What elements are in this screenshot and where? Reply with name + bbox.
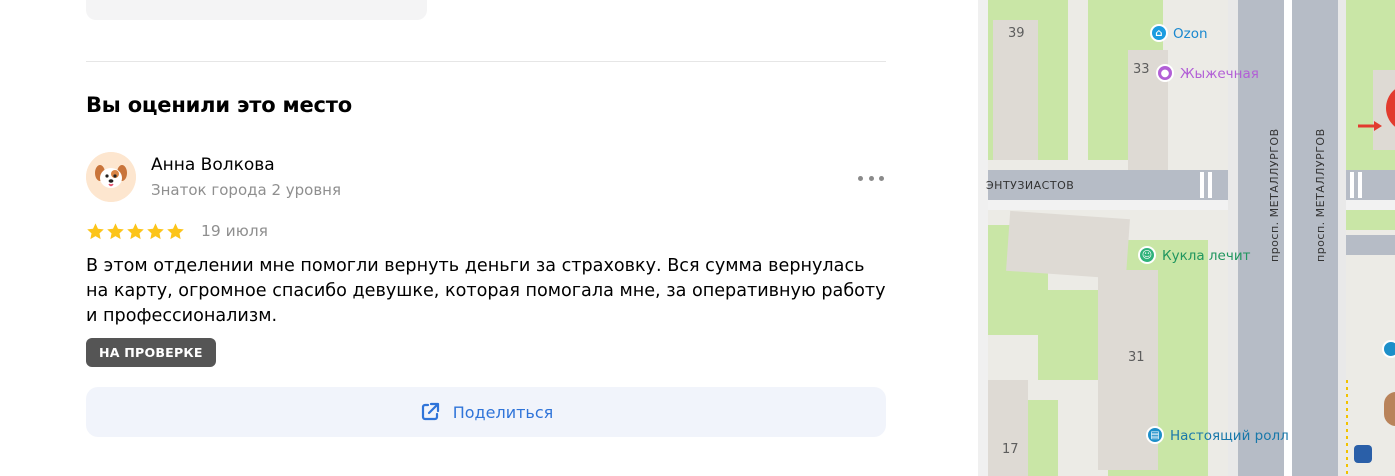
- more-options-button[interactable]: [856, 168, 886, 188]
- map[interactable]: 39 33 31 17 ⌂ Ozon ● Жыжечная ☺ Кукла ле…: [978, 0, 1395, 476]
- star-icon: [107, 223, 124, 240]
- more-dot: [879, 175, 884, 181]
- avatar[interactable]: [86, 152, 136, 202]
- street-label-entuziastov: ЭНТУЗИАСТОВ: [986, 179, 1075, 192]
- section-title: Вы оценили это место: [86, 93, 352, 117]
- street-label-metallurgov: просп. МЕТАЛЛУРГОВ: [1314, 128, 1327, 262]
- building-number: 39: [1008, 26, 1025, 41]
- more-dots-icon: [858, 175, 863, 181]
- share-button[interactable]: Поделиться: [86, 387, 886, 437]
- more-dot: [868, 175, 874, 181]
- basket-icon[interactable]: ▤: [1146, 426, 1164, 444]
- author-level: Знаток города 2 уровня: [151, 181, 342, 199]
- star-icon: [147, 223, 164, 240]
- review-text: В этом отделении мне помогли вернуть ден…: [86, 256, 886, 326]
- street-label-metallurgov: просп. МЕТАЛЛУРГОВ: [1268, 128, 1281, 262]
- building-number: 31: [1128, 350, 1145, 365]
- poi-kukla-lechit[interactable]: Кукла лечит: [1162, 248, 1250, 264]
- share-label: Поделиться: [452, 402, 554, 422]
- building-number: 17: [1002, 442, 1019, 457]
- review-date: 19 июля: [201, 222, 269, 240]
- status-badge: НА ПРОВЕРКЕ: [86, 338, 216, 367]
- star-icon: [87, 223, 104, 240]
- poi-nastoyashchiy-roll[interactable]: Настоящий ролл: [1170, 428, 1289, 444]
- map-poi-edge-icon[interactable]: [1382, 340, 1395, 358]
- place-panel: Вы оценили это место Анна Волкова Знаток…: [0, 0, 978, 476]
- external-share-icon: [421, 402, 439, 421]
- star-icon: [127, 223, 144, 240]
- toy-icon[interactable]: ☺: [1138, 246, 1156, 264]
- shopping-bag-icon[interactable]: ⌂: [1150, 24, 1168, 42]
- dog-avatar-icon: [86, 152, 136, 202]
- bus-stop-icon[interactable]: [1354, 445, 1372, 463]
- map-avatar-pin[interactable]: [1384, 392, 1395, 426]
- building-number: 33: [1133, 62, 1150, 77]
- author-name[interactable]: Анна Волкова: [151, 155, 275, 175]
- rating-stars: [86, 222, 185, 241]
- poi-ozon[interactable]: Ozon: [1173, 26, 1208, 42]
- restaurant-icon[interactable]: ●: [1156, 64, 1174, 82]
- star-icon: [167, 223, 184, 240]
- poi-zhyzhechnaya[interactable]: Жыжечная: [1180, 66, 1259, 82]
- divider: [86, 61, 886, 62]
- previous-card: [86, 0, 427, 20]
